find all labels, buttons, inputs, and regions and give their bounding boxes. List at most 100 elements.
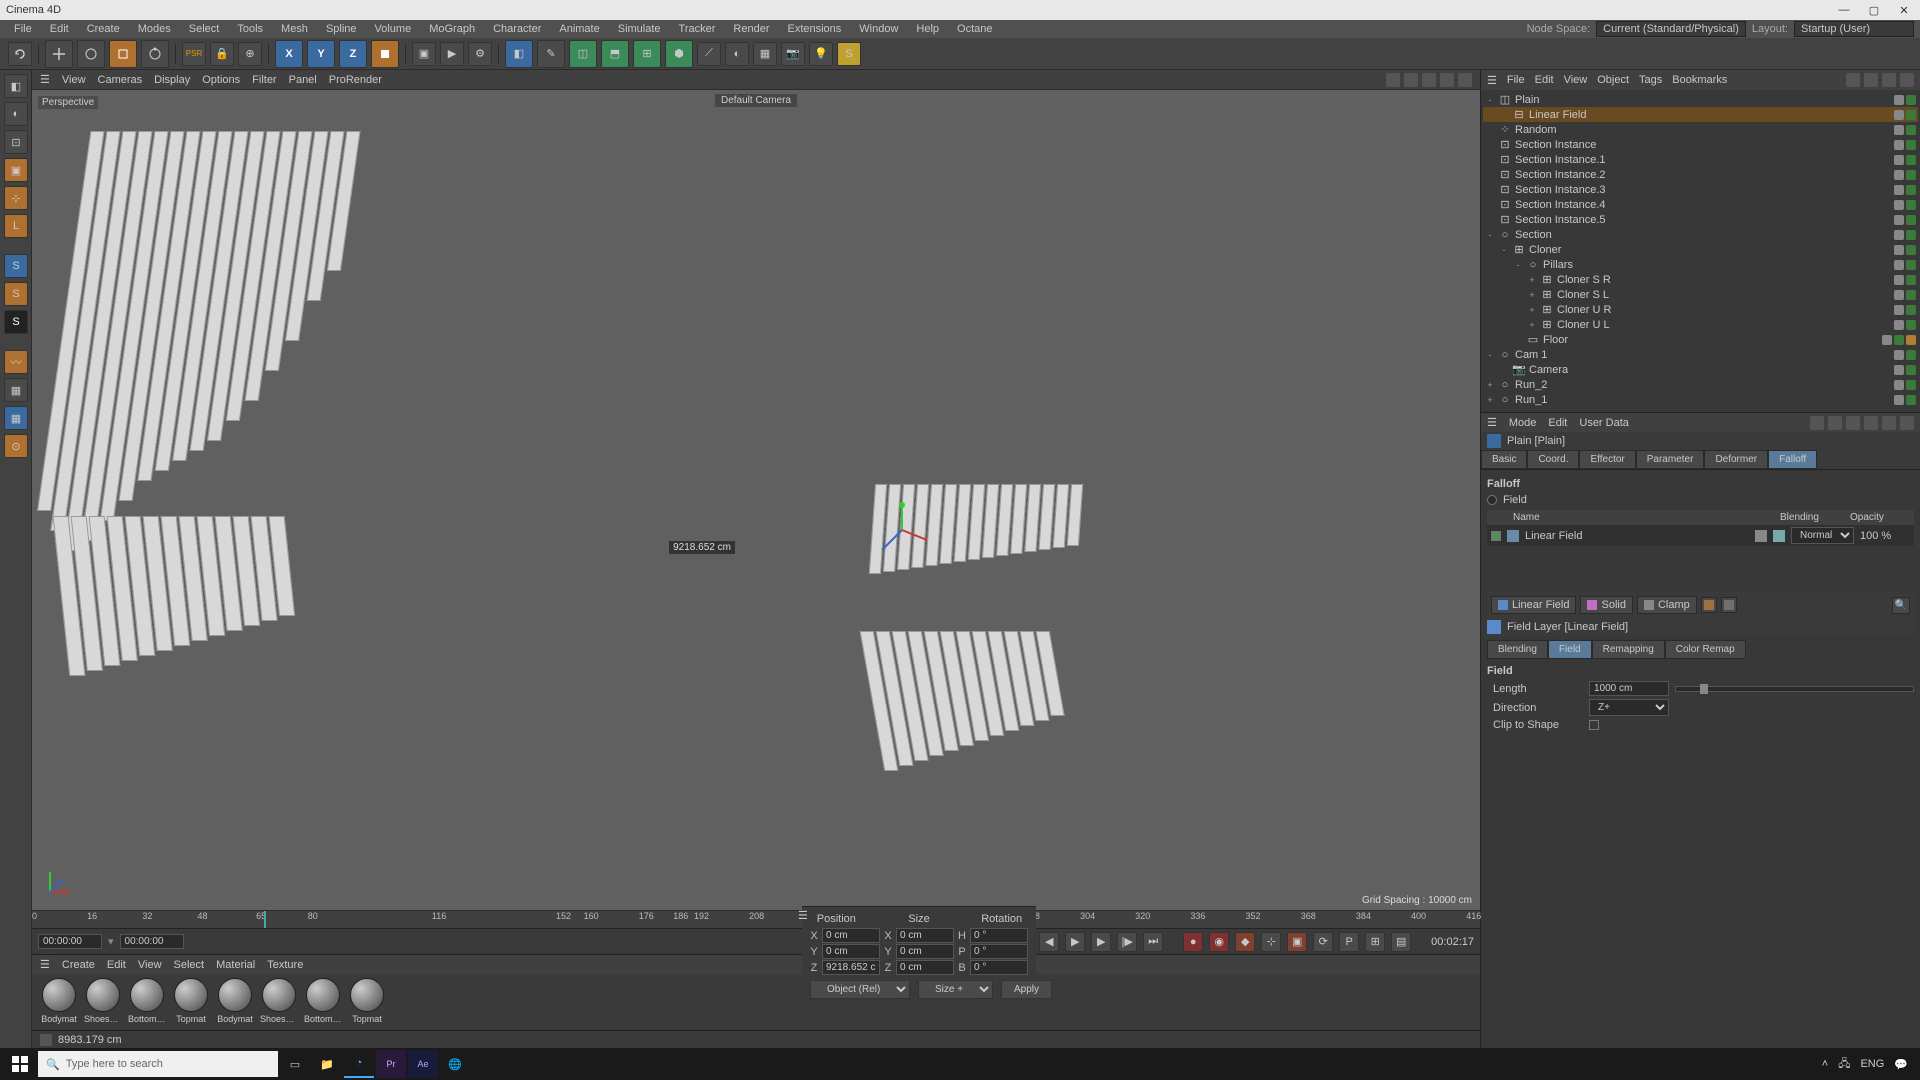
file-explorer-icon[interactable]: 📁 [312, 1050, 342, 1078]
subdivision-icon[interactable]: ◫ [569, 40, 597, 68]
attr-tab-deformer[interactable]: Deformer [1704, 450, 1768, 469]
rotate-tool-icon[interactable] [141, 40, 169, 68]
enable-dot-icon[interactable] [1906, 380, 1916, 390]
visibility-dot-icon[interactable] [1894, 110, 1904, 120]
rot-input[interactable] [970, 960, 1028, 975]
start-frame-input[interactable] [38, 934, 102, 949]
locked-icon[interactable]: 🔒 [210, 42, 234, 66]
play-icon[interactable]: ▶ [1065, 932, 1085, 952]
rot-input[interactable] [970, 944, 1028, 959]
sub-tab-color-remap[interactable]: Color Remap [1665, 640, 1746, 659]
vp-nav-icon-4[interactable] [1440, 73, 1454, 87]
tree-expand-icon[interactable]: + [1485, 380, 1495, 390]
tree-row[interactable]: ⊡Section Instance [1483, 137, 1918, 152]
length-slider[interactable] [1675, 686, 1914, 692]
field-extra-2-icon[interactable] [1721, 597, 1737, 613]
obj-menu-file[interactable]: File [1507, 74, 1525, 86]
vp-menu-prorender[interactable]: ProRender [329, 74, 382, 86]
snap-enable-icon[interactable]: S [4, 254, 28, 278]
attr-lock-icon[interactable] [1864, 416, 1878, 430]
minimize-icon[interactable]: — [1834, 4, 1854, 17]
texture-mode-icon[interactable]: ◐ [4, 102, 28, 126]
enable-dot-icon[interactable] [1906, 320, 1916, 330]
tree-expand-icon[interactable]: - [1485, 350, 1495, 360]
vp-nav-icon-2[interactable] [1404, 73, 1418, 87]
material-item[interactable]: Shoesmat [260, 978, 298, 1024]
enable-dot-icon[interactable] [1906, 395, 1916, 405]
visibility-dot-icon[interactable] [1882, 335, 1892, 345]
attr-menu-edit[interactable]: Edit [1548, 417, 1567, 429]
node-space-dropdown[interactable]: Current (Standard/Physical) [1596, 21, 1746, 37]
menu-spline[interactable]: Spline [318, 21, 365, 37]
tree-row[interactable]: ⊡Section Instance.4 [1483, 197, 1918, 212]
light-icon[interactable]: 💡 [809, 42, 833, 66]
sub-tab-blending[interactable]: Blending [1487, 640, 1548, 659]
attr-hamburger-icon[interactable]: ☰ [1487, 416, 1497, 429]
cloner-icon[interactable]: ⬢ [665, 40, 693, 68]
tree-row[interactable]: +⊞Cloner S R [1483, 272, 1918, 287]
add-cube-icon[interactable]: ◧ [505, 40, 533, 68]
pos-input[interactable] [822, 928, 880, 943]
enable-dot-icon[interactable] [1906, 350, 1916, 360]
size-input[interactable] [896, 944, 954, 959]
attr-tab-coord[interactable]: Coord. [1527, 450, 1579, 469]
menu-simulate[interactable]: Simulate [610, 21, 669, 37]
menu-animate[interactable]: Animate [551, 21, 607, 37]
visibility-dot-icon[interactable] [1894, 350, 1904, 360]
coord-object-mode-select[interactable]: Object (Rel) [810, 980, 910, 999]
visibility-dot-icon[interactable] [1894, 395, 1904, 405]
tree-expand-icon[interactable]: - [1485, 95, 1495, 105]
pen-tool-icon[interactable]: ✎ [537, 40, 565, 68]
material-item[interactable]: Bodymat [40, 978, 78, 1024]
material-item[interactable]: Shoesmat [84, 978, 122, 1024]
enable-dot-icon[interactable] [1906, 155, 1916, 165]
visibility-dot-icon[interactable] [1894, 95, 1904, 105]
pos-input[interactable] [822, 960, 880, 975]
undo-icon[interactable] [8, 42, 32, 66]
menu-tracker[interactable]: Tracker [671, 21, 724, 37]
tray-lang[interactable]: ENG [1860, 1058, 1884, 1070]
obj-eye-icon[interactable] [1882, 73, 1896, 87]
octane-icon[interactable]: S [837, 42, 861, 66]
material-item[interactable]: Bottommat [128, 978, 166, 1024]
tree-row[interactable]: +○Run_2 [1483, 377, 1918, 392]
linear-field-button[interactable]: Linear Field [1491, 596, 1576, 614]
vp-nav-icon-1[interactable] [1386, 73, 1400, 87]
obj-menu-edit[interactable]: Edit [1535, 74, 1554, 86]
attr-tab-basic[interactable]: Basic [1481, 450, 1527, 469]
menu-volume[interactable]: Volume [367, 21, 420, 37]
direction-select[interactable]: Z+ [1589, 699, 1669, 716]
mat-menu-create[interactable]: Create [62, 959, 95, 971]
record-icon[interactable]: ● [1183, 932, 1203, 952]
key-pos-icon[interactable]: ⊹ [1261, 932, 1281, 952]
tree-row[interactable]: 📷Camera [1483, 362, 1918, 377]
attr-menu-mode[interactable]: Mode [1509, 417, 1537, 429]
notifications-icon[interactable]: 💬 [1894, 1058, 1908, 1071]
tree-row[interactable]: +⊞Cloner S L [1483, 287, 1918, 302]
menu-help[interactable]: Help [908, 21, 947, 37]
visibility-dot-icon[interactable] [1894, 200, 1904, 210]
sub-tab-field[interactable]: Field [1548, 640, 1592, 659]
attr-menu-userdata[interactable]: User Data [1579, 417, 1629, 429]
visibility-dot-icon[interactable] [1894, 155, 1904, 165]
sub-tab-remapping[interactable]: Remapping [1592, 640, 1665, 659]
obj-filter-icon[interactable] [1864, 73, 1878, 87]
visibility-dot-icon[interactable] [1894, 230, 1904, 240]
tag-dot-icon[interactable] [1906, 335, 1916, 345]
obj-menu-bookmarks[interactable]: Bookmarks [1672, 74, 1727, 86]
array-icon[interactable]: ⊞ [633, 40, 661, 68]
workplane-icon[interactable]: ⊡ [4, 130, 28, 154]
coord-hamburger-icon[interactable]: ☰ [798, 909, 808, 922]
visibility-dot-icon[interactable] [1894, 290, 1904, 300]
menu-render[interactable]: Render [725, 21, 777, 37]
enable-dot-icon[interactable] [1906, 125, 1916, 135]
visibility-dot-icon[interactable] [1894, 260, 1904, 270]
mat-menu-view[interactable]: View [138, 959, 162, 971]
obj-menu-tags[interactable]: Tags [1639, 74, 1662, 86]
x-axis-icon[interactable]: X [275, 40, 303, 68]
c4d-taskbar-icon[interactable]: ◔ [344, 1050, 374, 1078]
move-gizmo-icon[interactable] [872, 500, 932, 560]
tree-expand-icon[interactable]: + [1527, 320, 1537, 330]
floor-icon[interactable]: ▦ [753, 42, 777, 66]
coord-apply-button[interactable]: Apply [1001, 980, 1052, 999]
